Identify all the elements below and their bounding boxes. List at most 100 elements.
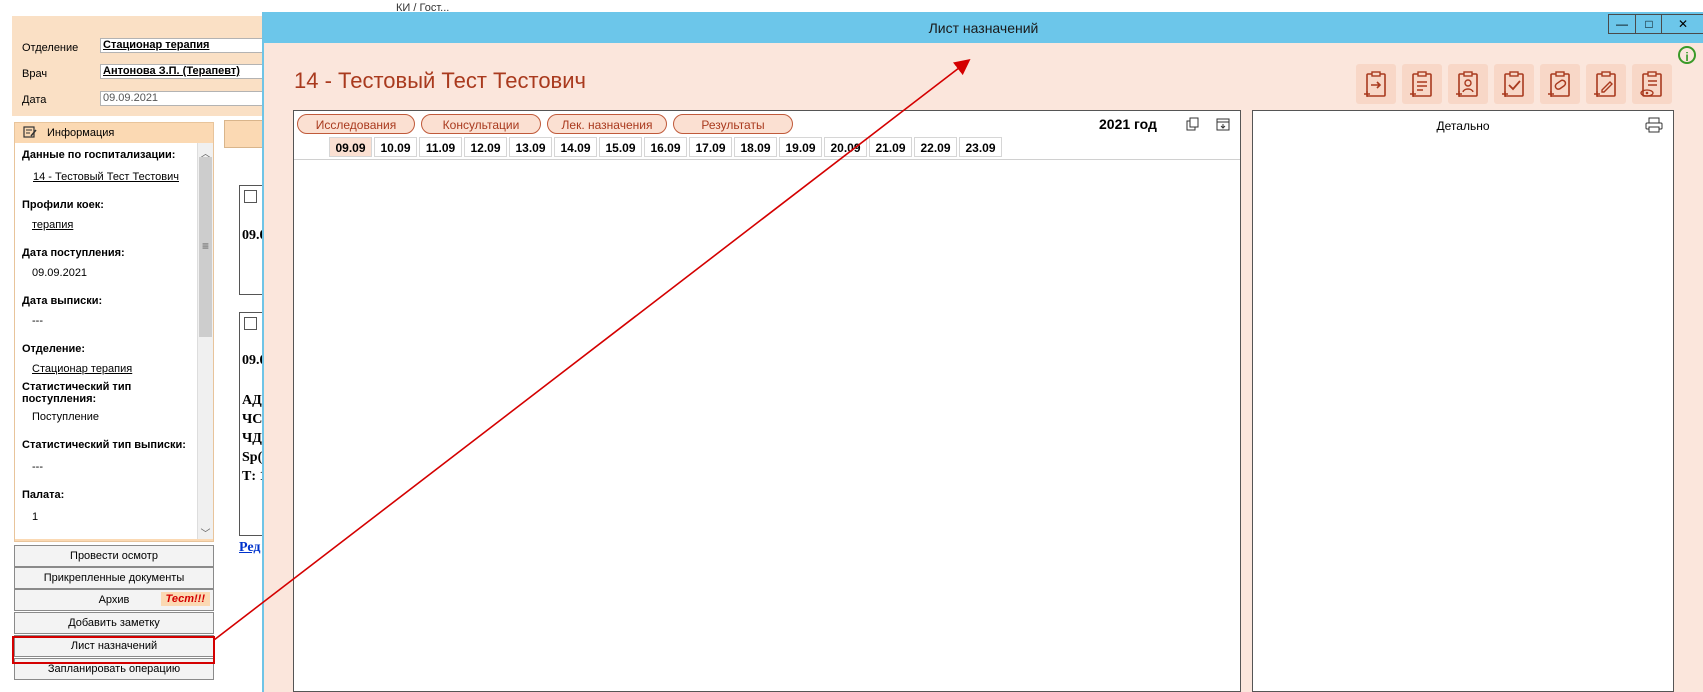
- record-date-1: 09.0: [242, 228, 263, 243]
- clipboard-pill-button[interactable]: [1540, 64, 1580, 104]
- stat-out-label: Статистический тип выписки:: [22, 439, 186, 451]
- detail-title: Детально: [1436, 119, 1490, 133]
- tab-results[interactable]: Результаты: [673, 114, 793, 134]
- info-panel-header[interactable]: Информация: [15, 123, 213, 143]
- scroll-grip-icon: ≡: [201, 239, 209, 253]
- date-cell[interactable]: 15.09: [599, 137, 642, 157]
- background-side-tab[interactable]: [224, 120, 264, 148]
- year-label: 2021 год: [1099, 116, 1157, 132]
- record-card-2[interactable]: 09.0 АД ЧС ЧД Sp( Т: 1: [239, 312, 264, 536]
- archive-button[interactable]: Архив Тест!!!: [14, 589, 214, 611]
- info-icon[interactable]: i: [1678, 46, 1696, 64]
- info-panel-body: Данные по госпитализации: 14 - Тестовый …: [15, 143, 197, 539]
- prescriptions-window: Лист назначений — □ ✕ i 14 - Тестовый Те…: [262, 12, 1703, 692]
- maximize-button[interactable]: □: [1635, 14, 1663, 34]
- date-cell[interactable]: 14.09: [554, 137, 597, 157]
- profiles-link[interactable]: терапия: [32, 219, 73, 231]
- record-date-2: 09.0: [242, 353, 263, 368]
- date-cell[interactable]: 10.09: [374, 137, 417, 157]
- minimize-button[interactable]: —: [1608, 14, 1636, 34]
- date-cell[interactable]: 11.09: [419, 137, 462, 157]
- department-field[interactable]: Стационар терапия: [100, 38, 276, 53]
- department-info-link[interactable]: Стационар терапия: [32, 363, 132, 375]
- scroll-down-icon[interactable]: ﹀: [198, 525, 213, 540]
- patient-name: 14 - Тестовый Тест Тестович: [294, 68, 586, 93]
- clipboard-person-icon: [1456, 71, 1478, 97]
- record-card-1[interactable]: 09.0: [239, 185, 264, 295]
- record-checkbox-1[interactable]: [244, 190, 257, 203]
- tab-medications[interactable]: Лек. назначения: [547, 114, 667, 134]
- tab-consultations[interactable]: Консультации: [421, 114, 541, 134]
- admission-label: Дата поступления:: [22, 247, 125, 259]
- date-label: Дата: [22, 94, 47, 106]
- date-cell[interactable]: 12.09: [464, 137, 507, 157]
- examine-button[interactable]: Провести осмотр: [14, 545, 214, 567]
- date-cell[interactable]: 18.09: [734, 137, 777, 157]
- hosp-link[interactable]: 14 - Тестовый Тест Тестович: [33, 171, 179, 183]
- archive-button-label: Архив: [98, 594, 130, 606]
- date-cell[interactable]: 20.09: [824, 137, 867, 157]
- clipboard-person-button[interactable]: [1448, 64, 1488, 104]
- clipboard-edit-button[interactable]: [1586, 64, 1626, 104]
- record-line: Sp(: [242, 450, 263, 465]
- window-title: Лист назначений: [928, 20, 1039, 36]
- prescriptions-highlight-box: [12, 636, 215, 664]
- info-panel-title: Информация: [47, 127, 115, 139]
- close-button[interactable]: ✕: [1661, 14, 1703, 34]
- date-field[interactable]: 09.09.2021: [100, 91, 276, 106]
- department-info-label: Отделение:: [22, 343, 86, 355]
- date-cell[interactable]: 16.09: [644, 137, 687, 157]
- date-cell[interactable]: 23.09: [959, 137, 1002, 157]
- clipboard-check-button[interactable]: [1494, 64, 1534, 104]
- window-title-bar[interactable]: Лист назначений — □ ✕: [264, 12, 1703, 43]
- add-note-button[interactable]: Добавить заметку: [14, 612, 214, 634]
- clipboard-view-button[interactable]: [1632, 64, 1672, 104]
- attached-documents-button[interactable]: Прикрепленные документы: [14, 567, 214, 589]
- print-icon[interactable]: [1645, 117, 1663, 133]
- date-cell[interactable]: 13.09: [509, 137, 552, 157]
- clipboard-view-icon: [1640, 71, 1662, 97]
- clipboard-import-button[interactable]: [1356, 64, 1396, 104]
- detail-panel: Детально: [1252, 110, 1674, 692]
- edit-note-icon: [23, 126, 37, 141]
- admission-value: 09.09.2021: [32, 267, 88, 279]
- ward-value: 1: [32, 511, 39, 523]
- record-line: Т: 1: [242, 469, 263, 484]
- record-checkbox-2[interactable]: [244, 317, 257, 330]
- schedule-panel: Исследования Консультации Лек. назначени…: [293, 110, 1241, 692]
- record-line: АД: [242, 393, 262, 408]
- stat-out-value: ---: [32, 461, 43, 473]
- visit-form: Отделение Стационар терапия Врач Антонов…: [12, 16, 276, 116]
- clipboard-edit-icon: [1594, 71, 1616, 97]
- clipboard-check-icon: [1502, 71, 1524, 97]
- hosp-label: Данные по госпитализации:: [22, 149, 176, 161]
- date-cell[interactable]: 09.09: [329, 137, 372, 157]
- copy-icon[interactable]: [1186, 117, 1200, 131]
- profiles-label: Профили коек:: [22, 199, 104, 211]
- test-badge: Тест!!!: [160, 592, 210, 606]
- doctor-field[interactable]: Антонова З.П. (Терапевт): [100, 64, 276, 79]
- edit-link[interactable]: Ред: [239, 540, 260, 556]
- clipboard-add-icon: [1410, 71, 1432, 97]
- record-line: ЧД: [242, 431, 262, 446]
- info-scrollbar[interactable]: ︿ ≡ ﹀: [197, 143, 213, 540]
- date-cell[interactable]: 19.09: [779, 137, 822, 157]
- discharge-label: Дата выписки:: [22, 295, 103, 307]
- department-label: Отделение: [22, 42, 79, 54]
- calendar-icon[interactable]: [1216, 117, 1230, 131]
- date-cell[interactable]: 17.09: [689, 137, 732, 157]
- date-header-row: 09.09 10.09 11.09 12.09 13.09 14.09 15.09 16.09…: [294, 137, 1240, 160]
- tab-research[interactable]: Исследования: [297, 114, 415, 134]
- discharge-value: ---: [32, 315, 43, 327]
- record-line: ЧС: [242, 412, 263, 427]
- date-cell[interactable]: 22.09: [914, 137, 957, 157]
- clipboard-add-button[interactable]: [1402, 64, 1442, 104]
- clipboard-import-icon: [1364, 71, 1386, 97]
- stat-in-label: Статистический тип поступления:: [22, 381, 132, 405]
- clipboard-pill-icon: [1548, 71, 1570, 97]
- stat-in-value: Поступление: [32, 411, 100, 423]
- info-panel: Информация Данные по госпитализации: 14 …: [14, 122, 214, 542]
- date-cell[interactable]: 21.09: [869, 137, 912, 157]
- ward-label: Палата:: [22, 489, 65, 501]
- doctor-label: Врач: [22, 68, 48, 80]
